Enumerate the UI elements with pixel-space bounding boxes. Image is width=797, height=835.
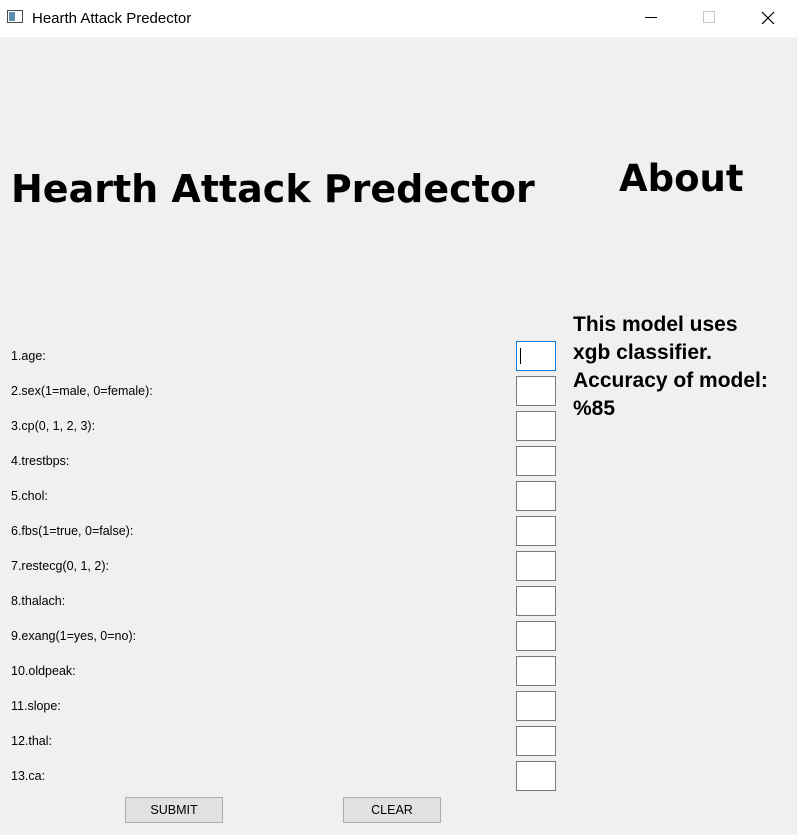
ca-label: 13.ca: xyxy=(11,769,46,783)
submit-button[interactable]: SUBMIT xyxy=(125,797,223,823)
form-row-sex: 2.sex(1=male, 0=female): xyxy=(0,376,560,406)
thalach-input[interactable] xyxy=(516,586,556,616)
about-line: This model uses xyxy=(573,313,738,336)
restecg-input[interactable] xyxy=(516,551,556,581)
thal-label: 12.thal: xyxy=(11,734,53,748)
age-label: 1.age: xyxy=(11,349,46,363)
window-title: Hearth Attack Predector xyxy=(32,10,192,27)
text-caret xyxy=(520,348,521,364)
clear-button[interactable]: CLEAR xyxy=(343,797,441,823)
close-button[interactable] xyxy=(739,0,797,37)
about-line: xgb classifier. xyxy=(573,341,712,364)
thalach-label: 8.thalach: xyxy=(11,594,66,608)
form-row-restecg: 7.restecg(0, 1, 2): xyxy=(0,551,560,581)
oldpeak-input[interactable] xyxy=(516,656,556,686)
restecg-label: 7.restecg(0, 1, 2): xyxy=(11,559,109,573)
trestbps-label: 4.trestbps: xyxy=(11,454,70,468)
thal-input[interactable] xyxy=(516,726,556,756)
about-line: %85 xyxy=(573,397,616,420)
close-icon xyxy=(761,11,775,25)
form-row-thal: 12.thal: xyxy=(0,726,560,756)
minimize-button[interactable] xyxy=(622,0,680,37)
form-row-exang: 9.exang(1=yes, 0=no): xyxy=(0,621,560,651)
form-row-chol: 5.chol: xyxy=(0,481,560,511)
slope-label: 11.slope: xyxy=(11,699,61,713)
cp-label: 3.cp(0, 1, 2, 3): xyxy=(11,419,96,433)
app-icon xyxy=(7,10,23,23)
chol-label: 5.chol: xyxy=(11,489,48,503)
form-row-oldpeak: 10.oldpeak: xyxy=(0,656,560,686)
about-description: This model uses xgb classifier. Accuracy… xyxy=(573,311,795,423)
maximize-icon xyxy=(703,11,715,23)
minimize-icon xyxy=(645,17,657,18)
exang-label: 9.exang(1=yes, 0=no): xyxy=(11,629,137,643)
age-input[interactable] xyxy=(516,341,556,371)
form-row-age: 1.age: xyxy=(0,341,560,371)
about-title: About xyxy=(619,157,744,200)
form-row-cp: 3.cp(0, 1, 2, 3): xyxy=(0,411,560,441)
page-title: Hearth Attack Predector xyxy=(11,167,535,211)
exang-input[interactable] xyxy=(516,621,556,651)
fbs-input[interactable] xyxy=(516,516,556,546)
oldpeak-label: 10.oldpeak: xyxy=(11,664,76,678)
title-bar: Hearth Attack Predector xyxy=(0,0,797,37)
cp-input[interactable] xyxy=(516,411,556,441)
sex-input[interactable] xyxy=(516,376,556,406)
sex-label: 2.sex(1=male, 0=female): xyxy=(11,384,153,398)
fbs-label: 6.fbs(1=true, 0=false): xyxy=(11,524,134,538)
maximize-button[interactable] xyxy=(680,0,738,37)
form-row-ca: 13.ca: xyxy=(0,761,560,791)
trestbps-input[interactable] xyxy=(516,446,556,476)
chol-input[interactable] xyxy=(516,481,556,511)
ca-input[interactable] xyxy=(516,761,556,791)
form-row-fbs: 6.fbs(1=true, 0=false): xyxy=(0,516,560,546)
about-line: Accuracy of model: xyxy=(573,369,768,392)
form-row-thalach: 8.thalach: xyxy=(0,586,560,616)
form-row-trestbps: 4.trestbps: xyxy=(0,446,560,476)
slope-input[interactable] xyxy=(516,691,556,721)
form-row-slope: 11.slope: xyxy=(0,691,560,721)
